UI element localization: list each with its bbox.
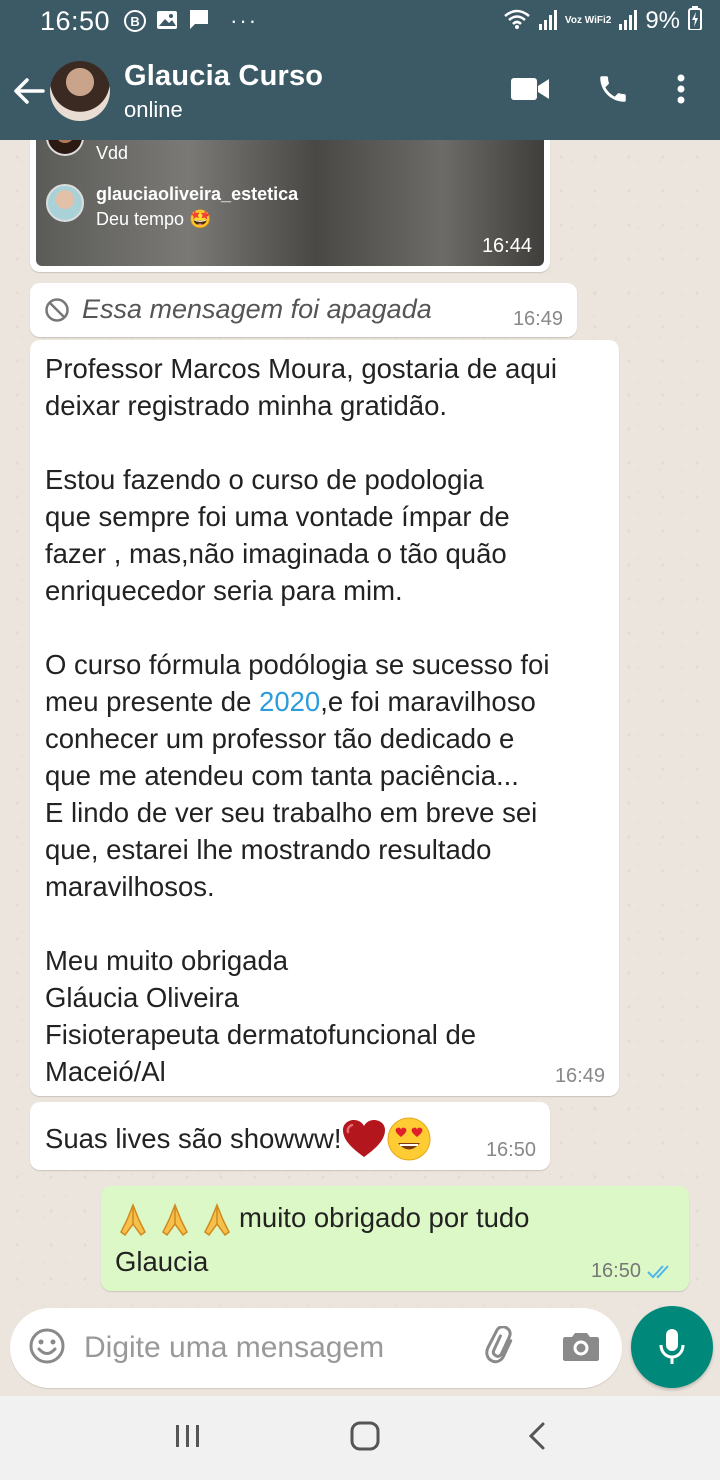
voice-message-button[interactable] xyxy=(631,1306,713,1388)
message-time: 16:50 xyxy=(485,1139,536,1161)
gallery-notification-icon xyxy=(156,6,178,37)
status-time: 16:50 xyxy=(40,5,111,36)
signal-icon xyxy=(538,6,557,37)
signal-icon-2 xyxy=(619,6,638,37)
battery-level: 9% xyxy=(645,7,680,34)
home-icon xyxy=(350,1421,380,1450)
more-options-button[interactable] xyxy=(676,74,686,109)
message-input-placeholder[interactable]: Digite uma mensagem xyxy=(84,1331,384,1365)
home-button[interactable] xyxy=(349,1420,381,1457)
emoji-icon xyxy=(29,1328,65,1363)
message-text-part: ,e foi maravilhoso conhecer um professor… xyxy=(45,686,538,1087)
voice-call-button[interactable] xyxy=(596,72,630,111)
battery-charging-icon xyxy=(688,5,702,37)
praying-hands-icon xyxy=(162,1202,188,1236)
composer: Digite uma mensagem xyxy=(0,1306,720,1396)
message-link[interactable]: 2020 xyxy=(259,686,320,717)
message-line-1: muito obrigado por tudo xyxy=(239,1202,530,1233)
back-chevron-icon xyxy=(528,1422,545,1449)
back-arrow-icon xyxy=(14,78,45,104)
image-comment: glauciaoliveira_estetica Deu tempo 🤩 xyxy=(46,184,298,230)
message-time: 16:44 xyxy=(481,235,532,257)
message-text: Professor Marcos Moura, gostaria de aqui… xyxy=(45,350,605,1090)
more-notifications-icon: ··· xyxy=(230,8,259,33)
message-time: 16:50 xyxy=(590,1260,641,1282)
incoming-message[interactable]: Professor Marcos Moura, gostaria de aqui… xyxy=(30,340,619,1096)
comment-text: Deu tempo 🤩 xyxy=(96,209,212,229)
praying-hands-icon xyxy=(204,1202,230,1236)
message-line-2: Glaucia xyxy=(115,1246,209,1277)
video-camera-icon xyxy=(511,77,549,100)
recent-apps-button[interactable] xyxy=(173,1423,203,1454)
microphone-icon xyxy=(659,1329,685,1364)
praying-hands-icon xyxy=(120,1202,146,1236)
message-text: Suas lives são showww! xyxy=(45,1123,342,1154)
video-call-button[interactable] xyxy=(510,76,550,107)
commenter-avatar xyxy=(46,184,84,222)
camera-button[interactable] xyxy=(562,1330,600,1367)
incoming-message[interactable]: Suas lives são showww! 16:50 xyxy=(30,1102,550,1170)
media-message[interactable]: bellakris Vdd glauciaoliveira_estetica D… xyxy=(30,140,550,272)
deleted-message-text: Essa mensagem foi apagada xyxy=(82,294,432,324)
outgoing-message[interactable]: muito obrigado por tudo Glaucia 16:50 xyxy=(101,1186,689,1291)
contact-name: Glaucia Curso xyxy=(124,59,324,92)
contact-avatar[interactable] xyxy=(50,61,110,121)
attach-button[interactable] xyxy=(482,1324,522,1371)
read-receipt-icon xyxy=(647,1264,669,1278)
back-nav-button[interactable] xyxy=(527,1421,547,1456)
contact-status: online xyxy=(124,96,183,122)
emoji-button[interactable] xyxy=(28,1327,66,1370)
system-navigation-bar xyxy=(0,1396,720,1480)
recent-apps-icon xyxy=(176,1424,199,1447)
image-comment: bellakris Vdd xyxy=(46,140,169,164)
bixby-icon: B xyxy=(124,10,147,32)
heart-emoji-icon xyxy=(342,1120,385,1157)
phone-icon xyxy=(600,75,626,102)
status-bar: 16:50 B ··· Voz WiFi2 9% xyxy=(0,0,720,42)
message-time: 16:49 xyxy=(554,1065,605,1087)
contact-info[interactable]: Glaucia Curso online xyxy=(124,60,323,123)
kebab-menu-icon xyxy=(677,74,685,103)
paperclip-icon xyxy=(485,1324,513,1363)
chat-header: Glaucia Curso online xyxy=(0,42,720,140)
commenter-avatar xyxy=(46,140,84,156)
message-input[interactable]: Digite uma mensagem xyxy=(10,1308,622,1388)
heart-eyes-emoji-icon xyxy=(387,1117,431,1161)
comment-user: glauciaoliveira_estetica xyxy=(96,184,299,204)
message-notification-icon xyxy=(188,6,210,37)
message-text-part: Professor Marcos Moura, gostaria de aqui… xyxy=(45,353,558,717)
blocked-icon xyxy=(44,297,70,328)
wifi-icon xyxy=(503,6,531,37)
comment-text: Vdd xyxy=(96,143,129,163)
praying-hands-emojis xyxy=(115,1202,235,1238)
back-button[interactable] xyxy=(2,42,56,140)
message-content: Suas lives são showww! xyxy=(45,1116,432,1162)
wifi-calling-label: Voz WiFi2 xyxy=(564,15,612,26)
message-time: 16:49 xyxy=(512,308,563,330)
chat-area[interactable]: bellakris Vdd glauciaoliveira_estetica D… xyxy=(0,140,720,1308)
shared-image[interactable]: bellakris Vdd glauciaoliveira_estetica D… xyxy=(36,140,544,266)
deleted-message[interactable]: Essa mensagem foi apagada 16:49 xyxy=(30,283,577,337)
camera-icon xyxy=(563,1332,599,1361)
